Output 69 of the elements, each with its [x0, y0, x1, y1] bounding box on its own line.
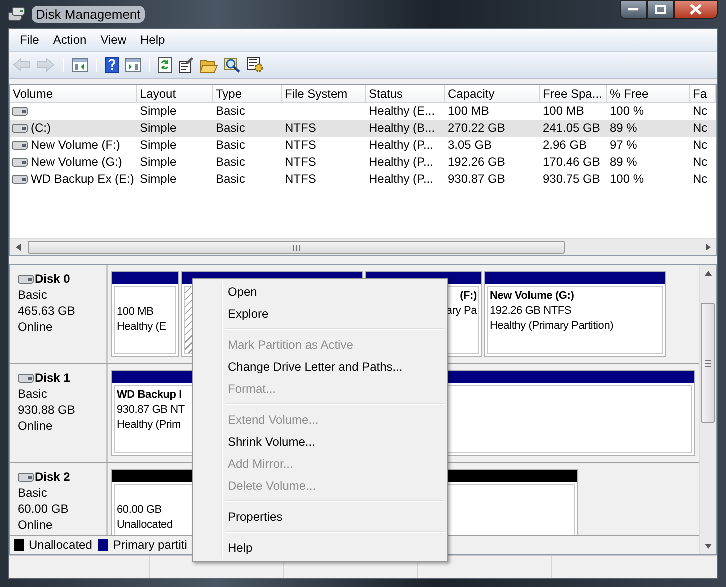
partition-info: Unallocated — [117, 518, 173, 533]
table-cell: 97 % — [610, 137, 638, 154]
table-cell: New Volume (G:) — [31, 154, 122, 171]
table-cell: Healthy (P... — [369, 137, 434, 154]
table-cell: Basic — [216, 154, 246, 171]
legend-label: Primary partiti — [113, 538, 188, 552]
partition-title: WD Backup I — [117, 388, 182, 403]
disk-name: Disk 2 — [35, 469, 70, 485]
table-cell: Basic — [216, 120, 246, 137]
table-cell: NTFS — [285, 171, 316, 188]
table-cell: Simple — [140, 154, 177, 171]
disk-status: Online — [18, 517, 54, 533]
table-cell: NTFS — [285, 154, 316, 171]
table-cell: Basic — [216, 137, 246, 154]
disk-status: Online — [18, 418, 54, 434]
table-cell: 3.05 GB — [448, 137, 492, 154]
partition-info: 100 MB — [117, 305, 154, 320]
table-cell: Nc — [693, 154, 708, 171]
table-cell: Nc — [693, 137, 708, 154]
table-cell: 241.05 GB — [543, 120, 600, 137]
table-cell: 930.87 GB — [448, 171, 506, 188]
table-cell: NTFS — [285, 137, 316, 154]
table-cell: WD Backup Ex (E:) — [31, 171, 134, 188]
table-cell: Basic — [216, 103, 246, 120]
disk-size: 465.63 GB — [18, 303, 76, 319]
table-cell: 192.26 GB — [448, 154, 506, 171]
partition-info: Healthy (Primary Partition) — [490, 319, 614, 334]
table-cell: Healthy (P... — [369, 154, 434, 171]
disk-name: Disk 1 — [35, 370, 70, 386]
table-cell: 2.96 GB — [543, 137, 588, 154]
table-cell: Basic — [216, 171, 246, 188]
table-cell: 100 MB — [543, 103, 584, 120]
table-cell: 89 % — [610, 120, 638, 137]
partition-info: 192.26 GB NTFS — [490, 304, 572, 319]
partition-info: 60.00 GB — [117, 503, 162, 518]
table-cell: 89 % — [610, 154, 638, 171]
table-cell: 100 % — [610, 171, 644, 188]
partition-title: (F:) — [460, 289, 477, 304]
table-cell: (C:) — [31, 120, 51, 137]
disk-type: Basic — [18, 485, 48, 501]
table-cell: 100 % — [610, 103, 644, 120]
table-cell: Nc — [693, 103, 708, 120]
table-cell: NTFS — [285, 120, 316, 137]
disk-type: Basic — [18, 287, 48, 303]
table-cell: 170.46 GB — [543, 154, 600, 171]
table-cell: Healthy (B... — [369, 120, 436, 137]
disk-size: 60.00 GB — [18, 501, 70, 517]
disk-size: 930.88 GB — [18, 402, 76, 418]
table-cell: 930.75 GB — [543, 171, 600, 188]
table-cell: Simple — [140, 120, 177, 137]
partition-info: Healthy (Prim — [117, 418, 182, 433]
disk-name: Disk 0 — [35, 271, 70, 287]
partition-info: Healthy (E — [117, 320, 166, 335]
table-cell: Healthy (P... — [369, 171, 434, 188]
window-title: Disk Management — [32, 6, 145, 22]
legend-label: Unallocated — [29, 538, 92, 552]
table-cell: Simple — [140, 171, 177, 188]
table-cell: Simple — [140, 137, 177, 154]
table-cell: 100 MB — [448, 103, 490, 120]
disk-status: Online — [18, 319, 54, 335]
table-cell: 270.22 GB — [448, 120, 506, 137]
table-cell: New Volume (F:) — [31, 137, 120, 154]
partition-title: New Volume (G:) — [490, 289, 574, 304]
table-cell: Healthy (E... — [369, 103, 436, 120]
table-cell: Simple — [140, 103, 177, 120]
table-cell: Nc — [693, 120, 708, 137]
disk-type: Basic — [18, 386, 48, 402]
partition-info: 930.87 GB NT — [117, 403, 185, 418]
table-cell: Nc — [693, 171, 708, 188]
